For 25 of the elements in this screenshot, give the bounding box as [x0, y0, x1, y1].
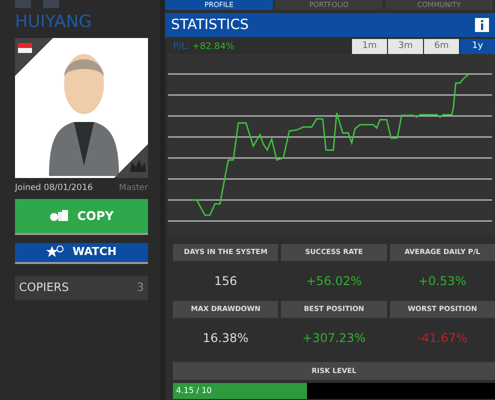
username: HUIYANG [15, 12, 93, 32]
forward-arrow-button[interactable] [43, 0, 59, 8]
statistics-title: STATISTICS [171, 16, 249, 34]
range-tab[interactable]: 6m [424, 39, 459, 54]
metric-value-text: -41.67% [417, 330, 468, 347]
metric-value-text: 156 [214, 273, 238, 290]
range-tab[interactable]: 3m [388, 39, 423, 54]
range-tab[interactable]: 1m [352, 39, 387, 54]
back-arrow-button[interactable] [15, 0, 31, 8]
metric-value-text: +307.23% [302, 330, 366, 347]
watch-button[interactable]: WATCH [15, 242, 148, 264]
pl-summary: P/L: +82.84% [173, 40, 234, 54]
metric-value-text: 16.38% [202, 330, 249, 347]
copy-button[interactable]: COPY [15, 198, 148, 235]
copiers-count: 3 [136, 279, 144, 296]
metric-value-text: +0.53% [418, 273, 466, 290]
metric-value-text: +56.02% [306, 273, 362, 290]
coins-icon [49, 209, 70, 222]
rank-label: Master [118, 182, 148, 195]
risk-level-fill: 4.15 / 10 [173, 383, 307, 399]
joined-date: Joined 08/01/2016 [15, 182, 93, 195]
copiers-label: COPIERS [19, 279, 69, 296]
range-tab[interactable]: 1y [460, 39, 495, 54]
star-plus-icon [46, 245, 64, 260]
crown-corner-icon [114, 144, 148, 178]
